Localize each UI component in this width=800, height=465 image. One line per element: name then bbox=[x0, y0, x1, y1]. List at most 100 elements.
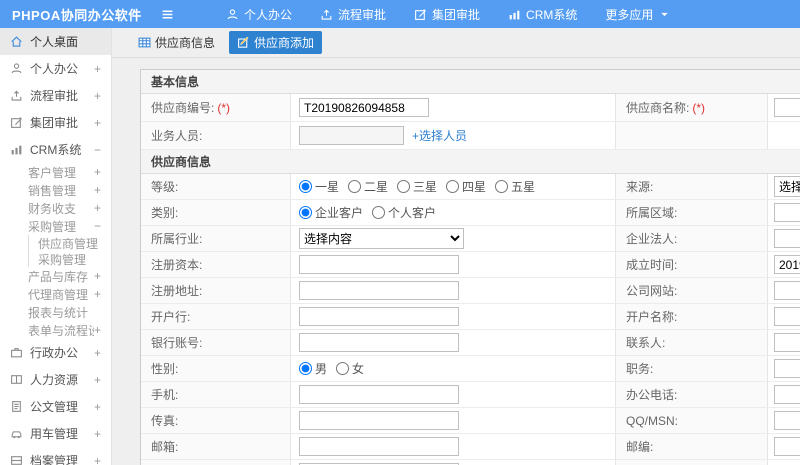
text-input[interactable] bbox=[299, 411, 459, 430]
form-select[interactable]: 选择内容 bbox=[299, 228, 464, 249]
sidebar-item-vehicle-mgmt[interactable]: 用车管理 + bbox=[0, 420, 111, 447]
sidebar-item-finance-income-expense[interactable]: 财务收支 + bbox=[0, 199, 111, 217]
sidebar-item-document-mgmt[interactable]: 公文管理 + bbox=[0, 393, 111, 420]
field-cell bbox=[768, 408, 800, 433]
field-label: 邮编: bbox=[616, 434, 768, 459]
sidebar-item-label: 产品与库存 bbox=[28, 269, 89, 284]
choose-staff-link[interactable]: +选择人员 bbox=[412, 127, 467, 144]
radio-input[interactable] bbox=[397, 180, 411, 193]
text-input[interactable] bbox=[774, 307, 800, 326]
expand-plus-icon[interactable]: + bbox=[94, 183, 101, 197]
sidebar-item-label: 采购管理 bbox=[28, 219, 77, 234]
sidebar-item-reports-stats[interactable]: 报表与统计 bbox=[0, 303, 111, 321]
sidebar-item-human-resources[interactable]: 人力资源 + bbox=[0, 366, 111, 393]
radio-input[interactable] bbox=[495, 180, 509, 193]
book-icon bbox=[10, 373, 23, 386]
text-input[interactable] bbox=[774, 203, 800, 222]
sidebar-item-label: 流程审批 bbox=[30, 89, 79, 103]
sidebar-item-sales-mgmt[interactable]: 销售管理 + bbox=[0, 181, 111, 199]
field-cell bbox=[291, 94, 616, 121]
sidebar-item-label: 集团审批 bbox=[30, 116, 79, 130]
tab-supplier-info[interactable]: 供应商信息 bbox=[130, 31, 223, 54]
text-input[interactable] bbox=[774, 411, 800, 430]
expand-plus-icon[interactable]: + bbox=[94, 201, 101, 215]
expand-plus-icon[interactable]: + bbox=[94, 346, 101, 360]
car-icon bbox=[10, 427, 23, 440]
sidebar-item-purchase-mgmt[interactable]: 采购管理 − bbox=[0, 217, 111, 235]
text-input[interactable] bbox=[299, 307, 459, 326]
collapse-minus-icon[interactable]: − bbox=[94, 143, 101, 157]
sidebar-item-customer-mgmt[interactable]: 客户管理 + bbox=[0, 163, 111, 181]
expand-plus-icon[interactable]: + bbox=[94, 427, 101, 441]
sidebar-item-admin-office[interactable]: 行政办公 + bbox=[0, 339, 111, 366]
text-input[interactable] bbox=[299, 255, 459, 274]
text-input[interactable] bbox=[299, 281, 459, 300]
topnav-item-more-apps[interactable]: 更多应用 bbox=[605, 6, 671, 23]
sidebar-toggle-button[interactable] bbox=[150, 8, 184, 21]
expand-plus-icon[interactable]: + bbox=[94, 454, 101, 465]
expand-plus-icon[interactable]: + bbox=[94, 89, 101, 103]
expand-plus-icon[interactable]: + bbox=[94, 269, 101, 283]
field-cell bbox=[291, 278, 616, 303]
expand-plus-icon[interactable]: + bbox=[94, 373, 101, 387]
expand-plus-icon[interactable]: + bbox=[94, 62, 101, 76]
form-select[interactable]: 选择内容 bbox=[774, 176, 800, 197]
field-label: 职务: bbox=[616, 356, 768, 381]
text-input[interactable] bbox=[299, 126, 404, 145]
user-icon bbox=[10, 62, 23, 75]
expand-plus-icon[interactable]: + bbox=[94, 400, 101, 414]
text-input[interactable] bbox=[774, 255, 800, 274]
expand-plus-icon[interactable]: + bbox=[94, 287, 101, 301]
sidebar-item-personal-desktop[interactable]: 个人桌面 bbox=[0, 28, 111, 55]
text-input[interactable] bbox=[299, 98, 429, 117]
top-bar: PHPOA协同办公软件 个人办公 流程审批 集团审批 CRM系统 更多应用 bbox=[0, 0, 800, 28]
sidebar-item-personal-office[interactable]: 个人办公 + bbox=[0, 55, 111, 82]
sidebar-item-supplier-mgmt[interactable]: 供应商管理 bbox=[28, 235, 111, 251]
tab-supplier-add[interactable]: 供应商添加 bbox=[229, 31, 323, 54]
radio-input[interactable] bbox=[372, 206, 386, 219]
collapse-minus-icon[interactable]: − bbox=[94, 219, 101, 233]
radio-input[interactable] bbox=[299, 362, 312, 375]
text-input[interactable] bbox=[299, 333, 459, 352]
sidebar-item-crm-system[interactable]: CRM系统 − bbox=[0, 136, 111, 163]
text-input[interactable] bbox=[774, 359, 800, 378]
text-input[interactable] bbox=[774, 437, 800, 456]
field-label: 地址: bbox=[141, 460, 291, 465]
radio-input[interactable] bbox=[336, 362, 350, 375]
text-input[interactable] bbox=[774, 229, 800, 248]
sidebar-item-archive-mgmt[interactable]: 档案管理 + bbox=[0, 447, 111, 465]
text-input[interactable] bbox=[774, 281, 800, 300]
text-input[interactable] bbox=[774, 98, 800, 117]
radio-input[interactable] bbox=[299, 180, 312, 193]
sidebar-item-form-flow-settings[interactable]: 表单与流程设置+ bbox=[0, 321, 111, 339]
text-input[interactable] bbox=[774, 333, 800, 352]
topnav-item-group-approval[interactable]: 集团审批 bbox=[414, 6, 480, 23]
topnav-label: 更多应用 bbox=[605, 7, 654, 22]
text-input[interactable] bbox=[299, 437, 459, 456]
expand-plus-icon[interactable]: + bbox=[94, 323, 101, 337]
sidebar-item-product-inventory[interactable]: 产品与库存 + bbox=[0, 267, 111, 285]
text-input[interactable] bbox=[774, 385, 800, 404]
radio-input[interactable] bbox=[446, 180, 460, 193]
sidebar-item-group-approval[interactable]: 集团审批 + bbox=[0, 109, 111, 136]
field-label-text: 类别: bbox=[151, 206, 179, 220]
field-label-text: QQ/MSN: bbox=[626, 413, 679, 428]
expand-plus-icon[interactable]: + bbox=[94, 165, 101, 179]
radio-input[interactable] bbox=[348, 180, 362, 193]
sidebar-item-purchase-mgmt-sub[interactable]: 采购管理 bbox=[28, 251, 111, 267]
radio-input[interactable] bbox=[299, 206, 312, 219]
expand-plus-icon[interactable]: + bbox=[94, 116, 101, 130]
field-cell bbox=[768, 434, 800, 459]
field-label-text: 等级: bbox=[151, 180, 179, 194]
field-label-text: 供应商编号: bbox=[151, 101, 215, 115]
field-cell bbox=[768, 304, 800, 329]
topnav-item-workflow-approval[interactable]: 流程审批 bbox=[320, 6, 386, 23]
sidebar-item-workflow-approval[interactable]: 流程审批 + bbox=[0, 82, 111, 109]
text-input[interactable] bbox=[299, 385, 459, 404]
sidebar-item-agent-mgmt[interactable]: 代理商管理 + bbox=[0, 285, 111, 303]
section-title: 供应商信息 bbox=[141, 150, 800, 174]
field-label: 类别: bbox=[141, 200, 291, 225]
topnav-item-crm-system[interactable]: CRM系统 bbox=[508, 6, 577, 23]
topnav-item-personal-office[interactable]: 个人办公 bbox=[226, 6, 292, 23]
sidebar-item-label: 个人桌面 bbox=[30, 35, 79, 49]
